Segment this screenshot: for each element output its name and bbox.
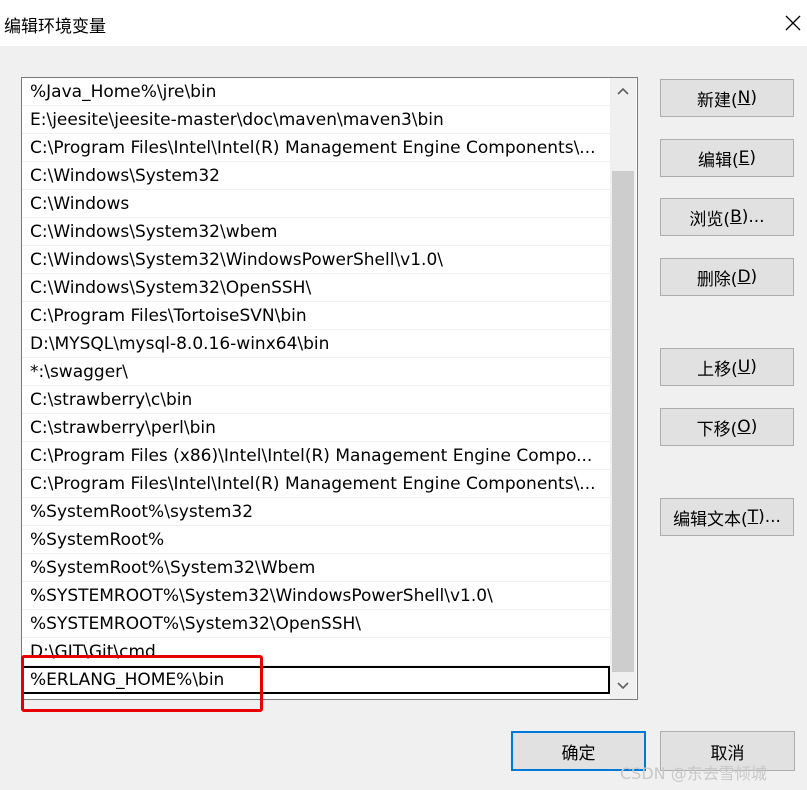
browse-button-mnemonic: B [730, 207, 742, 227]
close-button[interactable] [775, 4, 807, 42]
path-list-item[interactable]: D:\MYSQL\mysql-8.0.16-winx64\bin [22, 330, 610, 358]
edit-button-mnemonic: E [738, 148, 750, 168]
path-list-item[interactable]: %SystemRoot%\system32 [22, 498, 610, 526]
delete-button-label: 删除( [696, 269, 738, 290]
scroll-down-button[interactable] [610, 675, 636, 697]
edit-text-button-mnemonic: T [747, 507, 759, 527]
path-list-item[interactable]: C:\Windows\System32\OpenSSH\ [22, 274, 610, 302]
path-list-item[interactable]: C:\Windows\System32 [22, 162, 610, 190]
dialog-title: 编辑环境变量 [4, 17, 106, 37]
edit-button[interactable]: 编辑(E) [660, 139, 794, 177]
path-list-item[interactable]: C:\Windows [22, 190, 610, 218]
path-list-item[interactable]: %SystemRoot%\System32\Wbem [22, 554, 610, 582]
path-list-item[interactable]: C:\strawberry\c\bin [22, 386, 610, 414]
move-down-button-label: 下移( [696, 419, 738, 440]
path-list-item[interactable]: C:\strawberry\perl\bin [22, 414, 610, 442]
path-list-item[interactable]: %SystemRoot% [22, 526, 610, 554]
move-up-button[interactable]: 上移(U) [660, 348, 794, 386]
scroll-thumb[interactable] [612, 171, 634, 672]
new-button-mnemonic: N [737, 88, 751, 108]
scroll-up-button[interactable] [610, 80, 636, 102]
path-list-item[interactable]: *:\swagger\ [22, 358, 610, 386]
move-up-button-label: 上移( [697, 359, 738, 380]
new-button-label-end: ) [750, 88, 757, 108]
edit-button-label-end: ) [749, 148, 757, 168]
path-list[interactable]: %Java_Home%\jre\bin E:\jeesite\jeesite-ma… [21, 77, 638, 700]
path-list-item[interactable]: C:\Program Files (x86)\Intel\Intel(R) Ma… [22, 442, 610, 470]
path-list-item[interactable]: C:\Program Files\TortoiseSVN\bin [22, 302, 610, 330]
move-down-button-label-end: ) [750, 417, 758, 437]
move-up-button-mnemonic: U [737, 357, 751, 377]
edit-button-label: 编辑( [697, 150, 739, 171]
title-bar: 编辑环境变量 [0, 0, 807, 46]
chevron-down-icon [617, 682, 629, 690]
edit-text-button-label: 编辑文本( [673, 509, 748, 530]
delete-button-mnemonic: D [737, 267, 751, 287]
path-list-item[interactable]: C:\Program Files\Intel\Intel(R) Manageme… [22, 134, 610, 162]
browse-button[interactable]: 浏览(B)... [660, 198, 794, 236]
ok-button-label: 确定 [561, 743, 596, 764]
vertical-scrollbar[interactable] [610, 78, 636, 699]
path-list-item[interactable]: C:\Windows\System32\WindowsPowerShell\v1… [22, 246, 610, 274]
browse-button-label-end: )... [741, 207, 765, 227]
edit-text-button-label-end: )... [758, 507, 781, 527]
move-down-button[interactable]: 下移(O) [660, 408, 794, 446]
close-icon [785, 15, 801, 31]
browse-button-label: 浏览( [689, 209, 731, 230]
path-list-item[interactable]: E:\jeesite\jeesite-master\doc\maven\mave… [22, 106, 610, 134]
path-list-item[interactable]: %Java_Home%\jre\bin [22, 78, 610, 106]
move-up-button-label-end: ) [750, 357, 757, 377]
move-down-button-mnemonic: O [737, 417, 751, 437]
edit-text-button[interactable]: 编辑文本(T)... [660, 498, 794, 536]
delete-button[interactable]: 删除(D) [660, 258, 794, 296]
path-list-item[interactable]: C:\Program Files\Intel\Intel(R) Manageme… [22, 470, 610, 498]
new-button-label: 新建( [697, 90, 738, 111]
highlight-annotation-box [21, 655, 263, 712]
path-list-item[interactable]: %SYSTEMROOT%\System32\OpenSSH\ [22, 610, 610, 638]
path-list-item[interactable]: %SYSTEMROOT%\System32\WindowsPowerShell\… [22, 582, 610, 610]
path-list-item[interactable]: C:\Windows\System32\wbem [22, 218, 610, 246]
new-button[interactable]: 新建(N) [660, 79, 794, 117]
watermark: CSDN @东去雪倾城 [620, 764, 767, 783]
chevron-up-icon [617, 87, 629, 95]
delete-button-label-end: ) [750, 267, 758, 287]
